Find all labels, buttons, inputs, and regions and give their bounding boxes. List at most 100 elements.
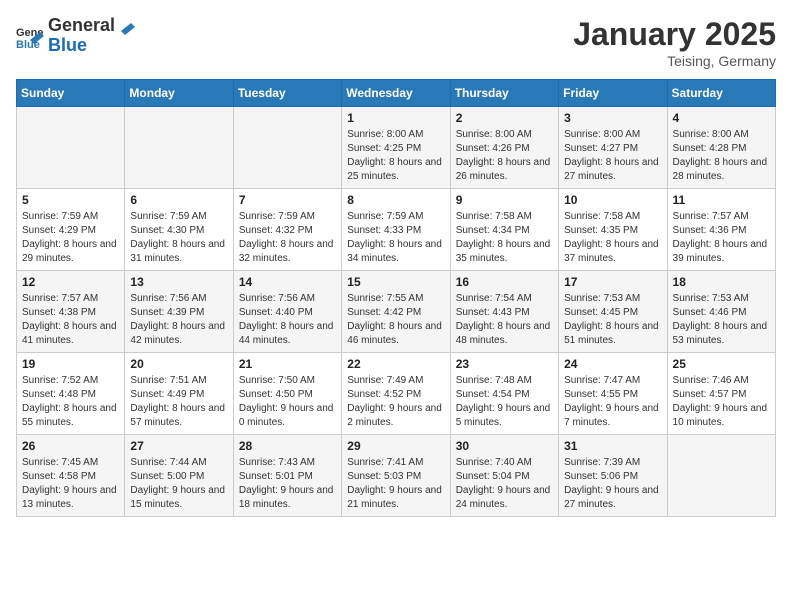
weekday-header-tuesday: Tuesday xyxy=(233,80,341,107)
day-cell: 19 Sunrise: 7:52 AMSunset: 4:48 PMDayligh… xyxy=(17,353,125,435)
day-cell: 18 Sunrise: 7:53 AMSunset: 4:46 PMDayligh… xyxy=(667,271,775,353)
day-cell: 16Sunrise: 7:54 AMSunset: 4:43 PMDayligh… xyxy=(450,271,558,353)
day-cell: 12Sunrise: 7:57 AMSunset: 4:38 PMDayligh… xyxy=(17,271,125,353)
day-number: 5 xyxy=(22,193,119,207)
day-number: 31 xyxy=(564,439,661,453)
day-number: 15 xyxy=(347,275,444,289)
day-cell: 23 Sunrise: 7:48 AMSunset: 4:54 PMDayligh… xyxy=(450,353,558,435)
day-cell xyxy=(125,107,233,189)
day-number: 11 xyxy=(673,193,770,207)
logo: General Blue General Blue xyxy=(16,16,135,56)
logo-text-general: General xyxy=(48,16,115,36)
day-info: Sunrise: 7:43 AMSunset: 5:01 PMDaylight:… xyxy=(239,456,336,512)
day-info: Sunrise: 7:59 AMSunset: 4:32 PMDaylight:… xyxy=(239,210,336,266)
weekday-header-friday: Friday xyxy=(559,80,667,107)
day-number: 27 xyxy=(130,439,227,453)
day-info: Sunrise: 7:39 AMSunset: 5:06 PMDaylight:… xyxy=(564,456,661,512)
day-info: Sunrise: 7:49 AMSunset: 4:52 PMDaylight:… xyxy=(347,374,444,430)
day-number: 26 xyxy=(22,439,119,453)
day-info: Sunrise: 7:58 AMSunset: 4:34 PMDaylight:… xyxy=(456,210,553,266)
day-number: 29 xyxy=(347,439,444,453)
day-info: Sunrise: 7:44 AMSunset: 5:00 PMDaylight:… xyxy=(130,456,227,512)
day-info: Sunrise: 7:47 AMSunset: 4:55 PMDaylight:… xyxy=(564,374,661,430)
day-info: Sunrise: 7:52 AMSunset: 4:48 PMDaylight:… xyxy=(22,374,119,430)
day-info: Sunrise: 8:00 AMSunset: 4:25 PMDaylight:… xyxy=(347,128,444,184)
day-cell: 25 Sunrise: 7:46 AMSunset: 4:57 PMDayligh… xyxy=(667,353,775,435)
day-cell: 31 Sunrise: 7:39 AMSunset: 5:06 PMDayligh… xyxy=(559,435,667,517)
day-number: 17 xyxy=(564,275,661,289)
day-number: 1 xyxy=(347,111,444,125)
day-cell: 15 Sunrise: 7:55 AMSunset: 4:42 PMDayligh… xyxy=(342,271,450,353)
day-number: 8 xyxy=(347,193,444,207)
day-info: Sunrise: 7:59 AMSunset: 4:33 PMDaylight:… xyxy=(347,210,444,266)
weekday-header-wednesday: Wednesday xyxy=(342,80,450,107)
day-cell: 29 Sunrise: 7:41 AMSunset: 5:03 PMDayligh… xyxy=(342,435,450,517)
day-info: Sunrise: 7:55 AMSunset: 4:42 PMDaylight:… xyxy=(347,292,444,348)
day-number: 13 xyxy=(130,275,227,289)
day-cell: 9 Sunrise: 7:58 AMSunset: 4:34 PMDaylight… xyxy=(450,189,558,271)
day-number: 6 xyxy=(130,193,227,207)
logo-triangle-icon xyxy=(117,17,135,35)
logo-icon: General Blue xyxy=(16,22,44,50)
day-cell: 6 Sunrise: 7:59 AMSunset: 4:30 PMDaylight… xyxy=(125,189,233,271)
week-row-2: 5 Sunrise: 7:59 AMSunset: 4:29 PMDaylight… xyxy=(17,189,776,271)
day-number: 19 xyxy=(22,357,119,371)
day-info: Sunrise: 7:48 AMSunset: 4:54 PMDaylight:… xyxy=(456,374,553,430)
day-cell: 11 Sunrise: 7:57 AMSunset: 4:36 PMDayligh… xyxy=(667,189,775,271)
day-cell: 27 Sunrise: 7:44 AMSunset: 5:00 PMDayligh… xyxy=(125,435,233,517)
day-number: 28 xyxy=(239,439,336,453)
day-cell: 21Sunrise: 7:50 AMSunset: 4:50 PMDayligh… xyxy=(233,353,341,435)
day-number: 22 xyxy=(347,357,444,371)
day-number: 23 xyxy=(456,357,553,371)
calendar-table: SundayMondayTuesdayWednesdayThursdayFrid… xyxy=(16,79,776,517)
day-cell: 3Sunrise: 8:00 AMSunset: 4:27 PMDaylight… xyxy=(559,107,667,189)
day-cell: 17 Sunrise: 7:53 AMSunset: 4:45 PMDayligh… xyxy=(559,271,667,353)
day-cell: 14 Sunrise: 7:56 AMSunset: 4:40 PMDayligh… xyxy=(233,271,341,353)
day-info: Sunrise: 7:59 AMSunset: 4:30 PMDaylight:… xyxy=(130,210,227,266)
day-number: 7 xyxy=(239,193,336,207)
day-cell: 5 Sunrise: 7:59 AMSunset: 4:29 PMDaylight… xyxy=(17,189,125,271)
day-number: 21 xyxy=(239,357,336,371)
page-header: General Blue General Blue January 2025 T… xyxy=(16,16,776,69)
title-block: January 2025 Teising, Germany xyxy=(573,16,776,69)
week-row-1: 1 Sunrise: 8:00 AMSunset: 4:25 PMDaylight… xyxy=(17,107,776,189)
weekday-header-monday: Monday xyxy=(125,80,233,107)
day-cell: 1 Sunrise: 8:00 AMSunset: 4:25 PMDaylight… xyxy=(342,107,450,189)
day-number: 24 xyxy=(564,357,661,371)
day-cell: 4Sunrise: 8:00 AMSunset: 4:28 PMDaylight… xyxy=(667,107,775,189)
day-info: Sunrise: 8:00 AMSunset: 4:28 PMDaylight:… xyxy=(673,128,770,184)
logo-text-blue: Blue xyxy=(48,36,135,56)
day-info: Sunrise: 8:00 AMSunset: 4:27 PMDaylight:… xyxy=(564,128,661,184)
day-info: Sunrise: 7:46 AMSunset: 4:57 PMDaylight:… xyxy=(673,374,770,430)
day-number: 9 xyxy=(456,193,553,207)
day-cell: 26Sunrise: 7:45 AMSunset: 4:58 PMDayligh… xyxy=(17,435,125,517)
day-info: Sunrise: 7:58 AMSunset: 4:35 PMDaylight:… xyxy=(564,210,661,266)
weekday-header-sunday: Sunday xyxy=(17,80,125,107)
day-info: Sunrise: 7:51 AMSunset: 4:49 PMDaylight:… xyxy=(130,374,227,430)
day-cell: 8 Sunrise: 7:59 AMSunset: 4:33 PMDaylight… xyxy=(342,189,450,271)
day-info: Sunrise: 7:53 AMSunset: 4:45 PMDaylight:… xyxy=(564,292,661,348)
day-info: Sunrise: 7:59 AMSunset: 4:29 PMDaylight:… xyxy=(22,210,119,266)
svg-text:Blue: Blue xyxy=(16,39,40,50)
day-number: 18 xyxy=(673,275,770,289)
day-cell: 24 Sunrise: 7:47 AMSunset: 4:55 PMDayligh… xyxy=(559,353,667,435)
day-number: 14 xyxy=(239,275,336,289)
week-row-3: 12Sunrise: 7:57 AMSunset: 4:38 PMDayligh… xyxy=(17,271,776,353)
day-number: 20 xyxy=(130,357,227,371)
day-info: Sunrise: 7:57 AMSunset: 4:36 PMDaylight:… xyxy=(673,210,770,266)
day-cell: 22 Sunrise: 7:49 AMSunset: 4:52 PMDayligh… xyxy=(342,353,450,435)
day-number: 25 xyxy=(673,357,770,371)
week-row-5: 26Sunrise: 7:45 AMSunset: 4:58 PMDayligh… xyxy=(17,435,776,517)
weekday-header-saturday: Saturday xyxy=(667,80,775,107)
day-number: 16 xyxy=(456,275,553,289)
day-number: 2 xyxy=(456,111,553,125)
day-info: Sunrise: 7:53 AMSunset: 4:46 PMDaylight:… xyxy=(673,292,770,348)
day-info: Sunrise: 8:00 AMSunset: 4:26 PMDaylight:… xyxy=(456,128,553,184)
day-info: Sunrise: 7:41 AMSunset: 5:03 PMDaylight:… xyxy=(347,456,444,512)
day-info: Sunrise: 7:56 AMSunset: 4:40 PMDaylight:… xyxy=(239,292,336,348)
day-number: 12 xyxy=(22,275,119,289)
day-cell xyxy=(667,435,775,517)
day-cell: 10Sunrise: 7:58 AMSunset: 4:35 PMDayligh… xyxy=(559,189,667,271)
weekday-header-thursday: Thursday xyxy=(450,80,558,107)
day-info: Sunrise: 7:56 AMSunset: 4:39 PMDaylight:… xyxy=(130,292,227,348)
